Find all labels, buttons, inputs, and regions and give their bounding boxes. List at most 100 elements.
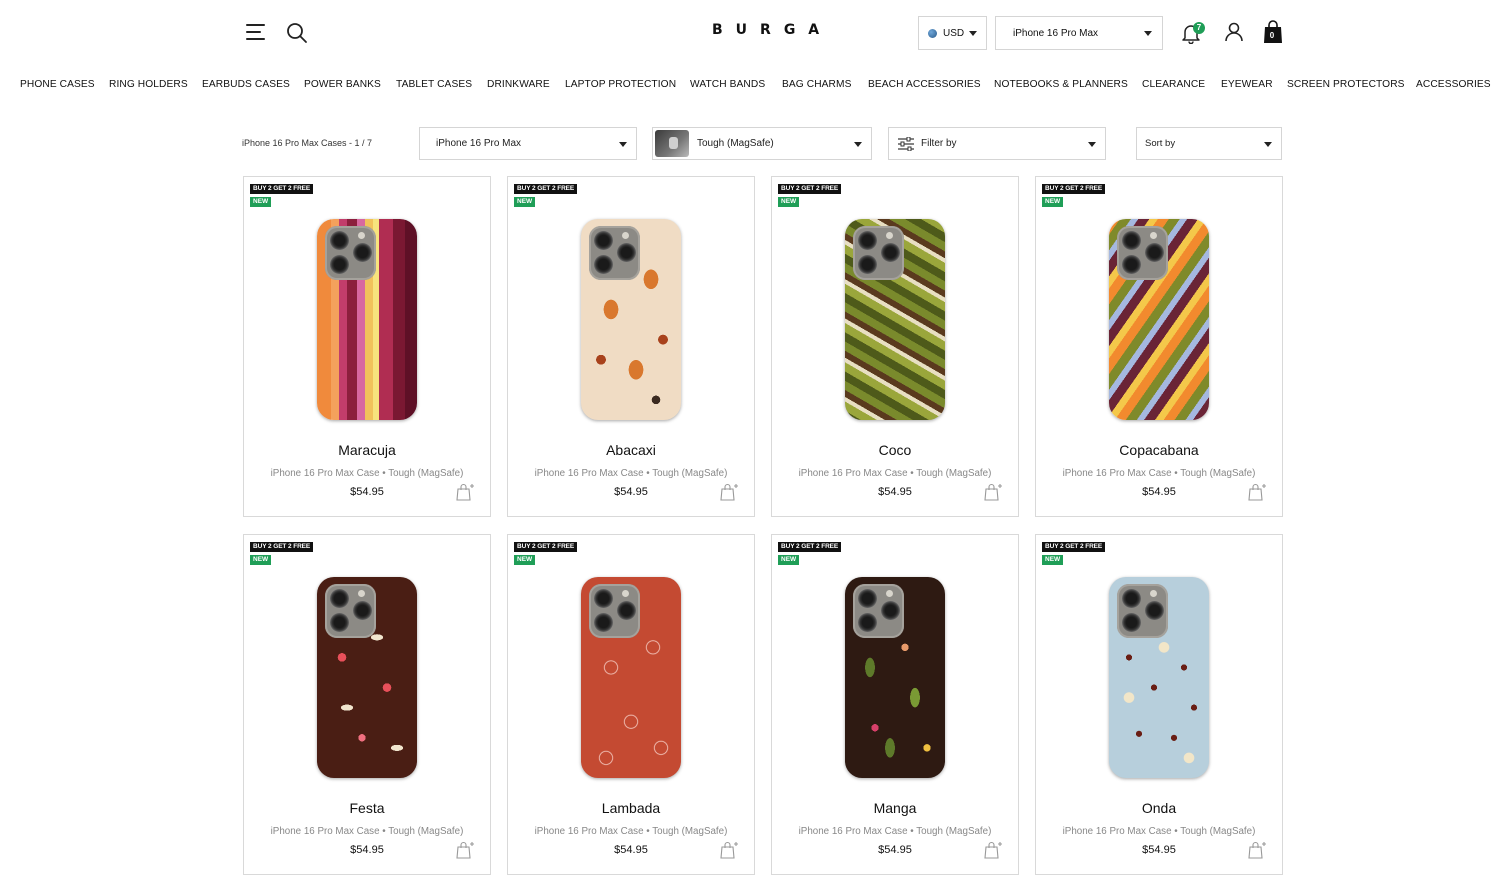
product-card[interactable]: BUY 2 GET 2 FREE NEW Coco iPhone 16 Pro … xyxy=(771,176,1019,517)
menu-icon[interactable] xyxy=(246,24,265,40)
nav-drinkware[interactable]: DRINKWARE xyxy=(487,79,550,90)
product-name[interactable]: Manga xyxy=(772,800,1018,816)
case-type-value: Tough (MagSafe) xyxy=(697,138,774,149)
product-card[interactable]: BUY 2 GET 2 FREE NEW Abacaxi iPhone 16 P… xyxy=(507,176,755,517)
device-filter-value: iPhone 16 Pro Max xyxy=(436,138,522,149)
promo-badge: BUY 2 GET 2 FREE xyxy=(514,184,578,194)
nav-beach-accessories[interactable]: BEACH ACCESSORIES xyxy=(868,79,981,90)
nav-ring-holders[interactable]: RING HOLDERS xyxy=(109,79,188,90)
camera-module xyxy=(1117,226,1168,280)
product-name[interactable]: Onda xyxy=(1036,800,1282,816)
category-nav: PHONE CASES RING HOLDERS EARBUDS CASES P… xyxy=(0,79,1508,95)
result-count: iPhone 16 Pro Max Cases - 1 / 7 xyxy=(242,138,373,148)
site-logo[interactable]: BURGA xyxy=(712,22,819,42)
currency-value: USD xyxy=(943,27,965,39)
currency-select[interactable]: USD xyxy=(918,16,987,50)
product-image[interactable] xyxy=(581,219,681,420)
product-subtitle: iPhone 16 Pro Max Case • Tough (MagSafe) xyxy=(534,468,728,479)
promo-badge: BUY 2 GET 2 FREE xyxy=(1042,542,1106,552)
product-image[interactable] xyxy=(845,577,945,778)
device-select[interactable]: iPhone 16 Pro Max xyxy=(995,16,1163,50)
chevron-down-icon xyxy=(969,30,978,36)
product-name[interactable]: Maracuja xyxy=(244,442,490,458)
product-price: $54.95 xyxy=(614,844,648,856)
product-subtitle: iPhone 16 Pro Max Case • Tough (MagSafe) xyxy=(270,468,464,479)
nav-power-banks[interactable]: POWER BANKS xyxy=(304,79,381,90)
camera-module xyxy=(853,584,904,638)
add-to-cart-icon[interactable] xyxy=(1248,483,1268,501)
product-image[interactable] xyxy=(581,577,681,778)
new-badge: NEW xyxy=(1042,197,1064,207)
add-to-cart-icon[interactable] xyxy=(984,841,1004,859)
product-subtitle: iPhone 16 Pro Max Case • Tough (MagSafe) xyxy=(534,826,728,837)
product-card[interactable]: BUY 2 GET 2 FREE NEW Copacabana iPhone 1… xyxy=(1035,176,1283,517)
product-price: $54.95 xyxy=(1142,486,1176,498)
nav-eyewear[interactable]: EYEWEAR xyxy=(1221,79,1273,90)
nav-bag-charms[interactable]: BAG CHARMS xyxy=(782,79,852,90)
camera-module xyxy=(589,584,640,638)
product-name[interactable]: Coco xyxy=(772,442,1018,458)
product-subtitle: iPhone 16 Pro Max Case • Tough (MagSafe) xyxy=(798,468,992,479)
promo-badge: BUY 2 GET 2 FREE xyxy=(778,542,842,552)
chevron-down-icon xyxy=(1264,142,1272,147)
nav-watch-bands[interactable]: WATCH BANDS xyxy=(690,79,765,90)
product-card[interactable]: BUY 2 GET 2 FREE NEW Festa iPhone 16 Pro… xyxy=(243,534,491,875)
nav-earbuds-cases[interactable]: EARBUDS CASES xyxy=(202,79,290,90)
nav-phone-cases[interactable]: PHONE CASES xyxy=(20,79,95,90)
new-badge: NEW xyxy=(514,197,536,207)
nav-tablet-cases[interactable]: TABLET CASES xyxy=(396,79,472,90)
sliders-icon xyxy=(898,137,914,151)
product-card[interactable]: BUY 2 GET 2 FREE NEW Onda iPhone 16 Pro … xyxy=(1035,534,1283,875)
add-to-cart-icon[interactable] xyxy=(456,483,476,501)
nav-laptop-protection[interactable]: LAPTOP PROTECTION xyxy=(565,79,676,90)
new-badge: NEW xyxy=(514,555,536,565)
product-card[interactable]: BUY 2 GET 2 FREE NEW Maracuja iPhone 16 … xyxy=(243,176,491,517)
promo-badge: BUY 2 GET 2 FREE xyxy=(1042,184,1106,194)
new-badge: NEW xyxy=(250,555,272,565)
promo-badge: BUY 2 GET 2 FREE xyxy=(250,542,314,552)
product-subtitle: iPhone 16 Pro Max Case • Tough (MagSafe) xyxy=(1062,468,1256,479)
nav-notebooks-planners[interactable]: NOTEBOOKS & PLANNERS xyxy=(994,79,1128,90)
add-to-cart-icon[interactable] xyxy=(1248,841,1268,859)
filter-by-dropdown[interactable]: Filter by xyxy=(888,127,1106,160)
add-to-cart-icon[interactable] xyxy=(720,483,740,501)
product-image[interactable] xyxy=(317,219,417,420)
product-subtitle: iPhone 16 Pro Max Case • Tough (MagSafe) xyxy=(270,826,464,837)
product-name[interactable]: Festa xyxy=(244,800,490,816)
new-badge: NEW xyxy=(778,197,800,207)
camera-module xyxy=(589,226,640,280)
product-image[interactable] xyxy=(1109,219,1209,420)
globe-icon xyxy=(928,28,937,38)
product-name[interactable]: Lambada xyxy=(508,800,754,816)
nav-clearance[interactable]: CLEARANCE xyxy=(1142,79,1205,90)
product-name[interactable]: Copacabana xyxy=(1036,442,1282,458)
add-to-cart-icon[interactable] xyxy=(720,841,740,859)
product-subtitle: iPhone 16 Pro Max Case • Tough (MagSafe) xyxy=(1062,826,1256,837)
add-to-cart-icon[interactable] xyxy=(984,483,1004,501)
product-card[interactable]: BUY 2 GET 2 FREE NEW Manga iPhone 16 Pro… xyxy=(771,534,1019,875)
chevron-down-icon xyxy=(854,142,862,147)
product-price: $54.95 xyxy=(1142,844,1176,856)
product-image[interactable] xyxy=(1109,577,1209,778)
sort-by-dropdown[interactable]: Sort by xyxy=(1136,127,1282,160)
camera-module xyxy=(325,226,376,280)
product-image[interactable] xyxy=(317,577,417,778)
product-image[interactable] xyxy=(845,219,945,420)
product-name[interactable]: Abacaxi xyxy=(508,442,754,458)
case-type-filter[interactable]: Tough (MagSafe) xyxy=(652,127,872,160)
device-filter[interactable]: iPhone 16 Pro Max xyxy=(419,127,637,160)
product-subtitle: iPhone 16 Pro Max Case • Tough (MagSafe) xyxy=(798,826,992,837)
promo-badge: BUY 2 GET 2 FREE xyxy=(778,184,842,194)
account-icon[interactable] xyxy=(1224,22,1244,42)
sort-by-label: Sort by xyxy=(1145,138,1176,149)
filter-by-label: Filter by xyxy=(921,138,957,149)
product-card[interactable]: BUY 2 GET 2 FREE NEW Lambada iPhone 16 P… xyxy=(507,534,755,875)
nav-accessories[interactable]: ACCESSORIES xyxy=(1416,79,1491,90)
search-icon[interactable] xyxy=(286,22,308,44)
promo-badge: BUY 2 GET 2 FREE xyxy=(250,184,314,194)
chevron-down-icon xyxy=(1144,31,1152,36)
nav-screen-protectors[interactable]: SCREEN PROTECTORS xyxy=(1287,79,1405,90)
camera-module xyxy=(325,584,376,638)
promo-badge: BUY 2 GET 2 FREE xyxy=(514,542,578,552)
add-to-cart-icon[interactable] xyxy=(456,841,476,859)
